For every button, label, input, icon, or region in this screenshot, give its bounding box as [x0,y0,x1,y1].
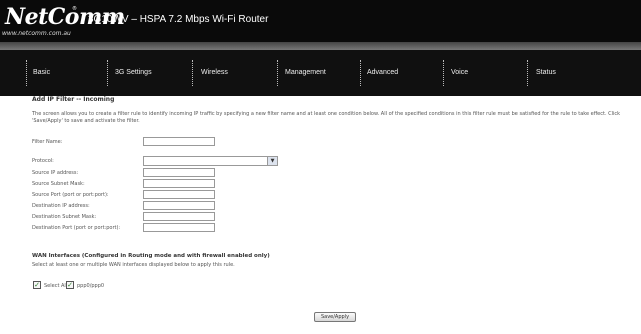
nav-wireless[interactable]: Wireless [201,69,228,76]
page-title: Add IP Filter -- Incoming [32,96,115,103]
nav-management[interactable]: Management [285,69,326,76]
nav-separator [443,60,444,86]
nav-separator [527,60,528,86]
logo-url: www.netcomm.com.au [2,30,71,37]
source-mask-label: Source Subnet Mask: [32,181,85,187]
chevron-down-icon[interactable]: ▼ [267,157,277,165]
nav-separator [277,60,278,86]
nav-voice[interactable]: Voice [451,69,468,76]
filter-name-input[interactable] [143,137,215,146]
dest-ip-input[interactable] [143,201,215,210]
nav-3g-settings[interactable]: 3G Settings [115,69,152,76]
wan-interfaces-description: Select at least one or multiple WAN inte… [32,262,235,268]
source-mask-input[interactable] [143,179,215,188]
header-banner: NetComm ® www.netcomm.com.au 3G10WV – HS… [0,0,641,42]
source-ip-input[interactable] [143,168,215,177]
select-all-label: Select All [44,283,68,289]
nav-status[interactable]: Status [536,69,556,76]
nav-separator [360,60,361,86]
dest-mask-input[interactable] [143,212,215,221]
dest-ip-label: Destination IP address: [32,203,90,209]
nav-advanced[interactable]: Advanced [367,69,398,76]
dest-port-label: Destination Port (port or port:port): [32,225,121,231]
nav-separator [26,60,27,86]
source-ip-label: Source IP address: [32,170,79,176]
select-all-checkbox[interactable]: ✓ [33,281,41,289]
header-divider [0,42,641,50]
filter-name-label: Filter Name: [32,139,63,145]
nav-separator [192,60,193,86]
wan-interfaces-title: WAN Interfaces (Configured in Routing mo… [32,253,270,259]
ppp0-checkbox[interactable]: ✓ [66,281,74,289]
protocol-label: Protocol: [32,158,54,164]
logo-trademark: ® [72,6,77,12]
source-port-input[interactable] [143,190,215,199]
nav-basic[interactable]: Basic [33,69,50,76]
product-title: 3G10WV – HSPA 7.2 Mbps Wi-Fi Router [88,14,269,25]
main-nav: Basic 3G Settings Wireless Management Ad… [0,50,641,96]
dest-mask-label: Destination Subnet Mask: [32,214,97,220]
source-port-label: Source Port (port or port:port): [32,192,109,198]
ppp0-label: ppp0/ppp0 [77,283,105,289]
dest-port-input[interactable] [143,223,215,232]
protocol-select[interactable]: ▼ [143,156,278,166]
nav-separator [107,60,108,86]
page-description: The screen allows you to create a filter… [32,111,621,124]
save-apply-button[interactable]: Save/Apply [314,312,356,322]
